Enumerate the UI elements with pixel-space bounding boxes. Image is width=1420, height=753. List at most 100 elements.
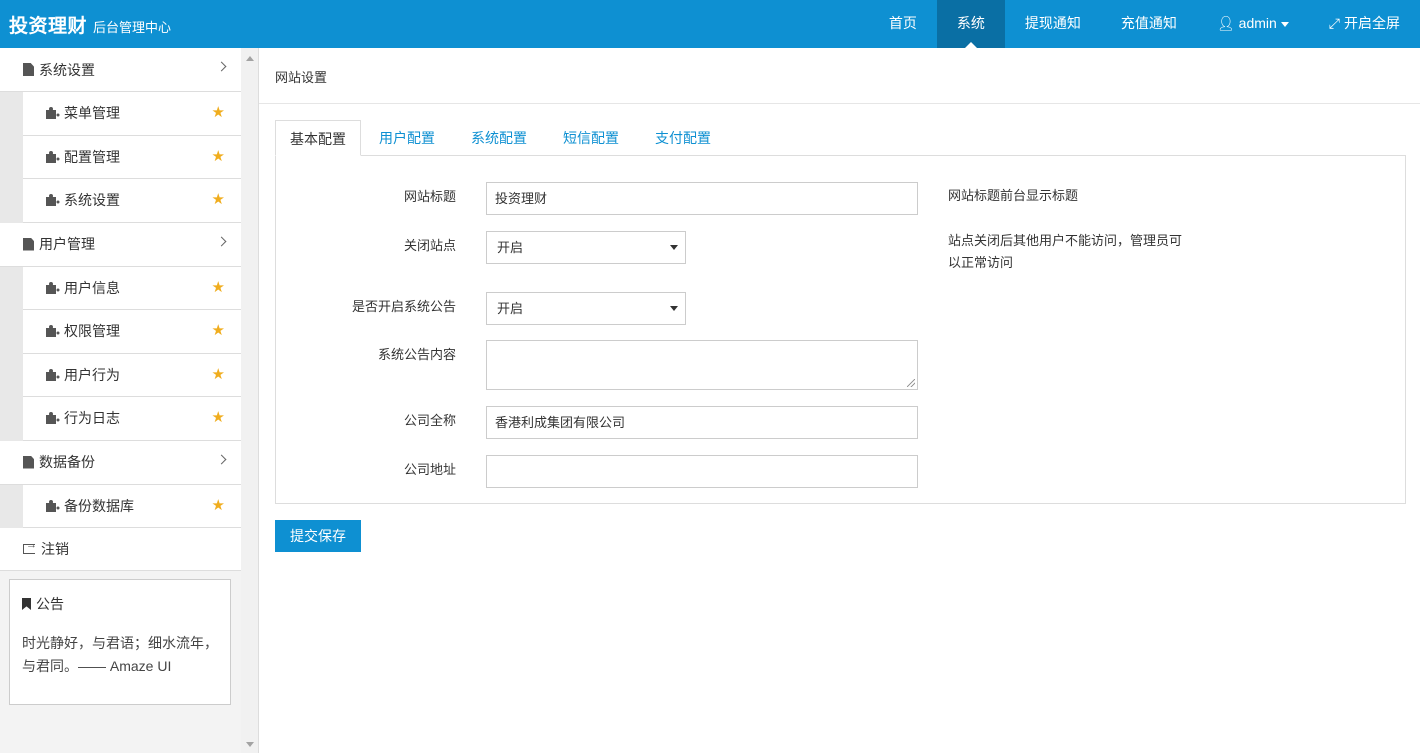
- sidebar-item-logout[interactable]: 注销: [0, 528, 241, 571]
- announce-enabled-label: 是否开启系统公告: [351, 299, 456, 314]
- sidebar-menu: 系统设置 菜单管理 ★ 配置管理 ★ 系统设置 ★ 用户管理 用户信息 ★ 权限…: [0, 48, 241, 571]
- tab-basic-config[interactable]: 基本配置: [275, 120, 361, 156]
- sidebar-item-user-behavior[interactable]: 用户行为 ★: [23, 353, 241, 397]
- file-icon: [23, 455, 34, 469]
- star-icon: ★: [211, 365, 225, 383]
- notice-title-label: 公告: [36, 596, 64, 612]
- file-icon: [23, 63, 34, 76]
- sidebar-group-data-backup[interactable]: 数据备份: [0, 440, 241, 485]
- site-title-input[interactable]: 投资理财: [486, 182, 918, 215]
- company-name-input[interactable]: 香港利成集团有限公司: [486, 406, 918, 439]
- puzzle-icon: [46, 281, 59, 294]
- fullscreen-label: 开启全屏: [1344, 15, 1400, 31]
- sidebar-item-backup-database[interactable]: 备份数据库 ★: [23, 484, 241, 528]
- brand[interactable]: 投资理财 后台管理中心: [0, 11, 171, 38]
- sidebar-group-user-manage[interactable]: 用户管理: [0, 222, 241, 267]
- puzzle-icon: [46, 412, 59, 425]
- sidebar-scrollbar[interactable]: [241, 48, 258, 753]
- company-address-input[interactable]: [486, 455, 918, 488]
- company-name-label: 公司全称: [403, 413, 456, 428]
- notice-text: 时光静好，与君语；细水流年，与君同。—— Amaze UI: [22, 635, 218, 674]
- announce-content-textarea[interactable]: [486, 340, 918, 390]
- star-icon: ★: [211, 278, 225, 296]
- scroll-up-icon[interactable]: [246, 56, 254, 61]
- star-icon: ★: [211, 496, 225, 514]
- close-site-help: 站点关闭后其他用户不能访问，管理员可以正常访问: [948, 233, 1183, 270]
- close-site-value: 开启: [497, 240, 524, 255]
- sidebar-item-behavior-log[interactable]: 行为日志 ★: [23, 397, 241, 441]
- brand-subtitle: 后台管理中心: [93, 19, 172, 35]
- main-content: 网站设置 基本配置 用户配置 系统配置 短信配置 支付配置 网站标题 投资理财 …: [259, 48, 1420, 753]
- company-address-label: 公司地址: [403, 462, 456, 477]
- page-title: 网站设置: [259, 48, 1420, 104]
- user-menu[interactable]: 👤︎ admin: [1197, 0, 1309, 48]
- submit-save-button[interactable]: 提交保存: [275, 520, 361, 552]
- sidebar-item-permission-manage[interactable]: 权限管理 ★: [23, 310, 241, 354]
- sidebar-item-user-info[interactable]: 用户信息 ★: [23, 266, 241, 310]
- top-nav: 首页 系统 提现通知 充值通知 👤︎ admin ⤢ 开启全屏: [869, 0, 1420, 48]
- sidebar-group-label: 用户管理: [39, 236, 95, 252]
- sidebar-item-label: 用户行为: [64, 366, 120, 383]
- notice-title: 公告: [22, 594, 218, 614]
- puzzle-icon: [46, 325, 59, 338]
- sidebar-item-label: 备份数据库: [64, 497, 134, 514]
- tab-sms-config[interactable]: 短信配置: [545, 120, 637, 156]
- tab-user-config[interactable]: 用户配置: [361, 120, 453, 156]
- chevron-right-icon: [216, 61, 227, 72]
- puzzle-icon: [46, 194, 59, 207]
- resize-grip-icon[interactable]: [907, 379, 915, 387]
- star-icon: ★: [211, 409, 225, 426]
- site-title-help: 网站标题前台显示标题: [948, 188, 1079, 203]
- file-icon: [23, 237, 34, 251]
- caret-down-icon: [670, 245, 678, 250]
- announce-enabled-value: 开启: [497, 301, 524, 316]
- chevron-right-icon: [216, 454, 227, 464]
- notice-panel: 公告 时光静好，与君语；细水流年，与君同。—— Amaze UI: [9, 579, 231, 705]
- config-tabs: 基本配置 用户配置 系统配置 短信配置 支付配置: [275, 120, 729, 156]
- star-icon: ★: [211, 104, 225, 121]
- tab-system-config[interactable]: 系统配置: [453, 120, 545, 156]
- expand-icon: ⤢: [1328, 15, 1340, 31]
- nav-system[interactable]: 系统: [936, 0, 1005, 48]
- nav-withdraw-notice[interactable]: 提现通知: [1005, 0, 1101, 48]
- star-icon: ★: [211, 191, 225, 208]
- sidebar-submenu: 备份数据库 ★: [0, 484, 241, 528]
- sidebar-item-label: 行为日志: [64, 410, 120, 427]
- sidebar-item-system-settings[interactable]: 系统设置 ★: [23, 179, 241, 223]
- caret-down-icon: [1280, 21, 1289, 27]
- close-site-select[interactable]: 开启: [486, 231, 686, 264]
- sidebar-submenu: 用户信息 ★ 权限管理 ★ 用户行为 ★ 行为日志 ★: [0, 266, 241, 441]
- logout-label: 注销: [41, 541, 69, 557]
- site-title-label: 网站标题: [403, 189, 456, 204]
- sidebar-group-label: 数据备份: [39, 454, 95, 470]
- fullscreen-button[interactable]: ⤢ 开启全屏: [1309, 0, 1420, 48]
- sidebar-item-menu-manage[interactable]: 菜单管理 ★: [23, 92, 241, 136]
- sidebar-item-label: 权限管理: [64, 323, 120, 340]
- nav-recharge-notice[interactable]: 充值通知: [1101, 0, 1197, 48]
- announce-enabled-select[interactable]: 开启: [486, 292, 686, 325]
- sidebar-item-label: 配置管理: [64, 148, 120, 165]
- sign-out-icon: [23, 539, 37, 554]
- top-navbar: 投资理财 后台管理中心 首页 系统 提现通知 充值通知 👤︎ admin ⤢ 开启全…: [0, 0, 1420, 48]
- tab-payment-config[interactable]: 支付配置: [637, 120, 729, 156]
- sidebar-item-label: 用户信息: [64, 279, 120, 296]
- caret-down-icon: [670, 306, 678, 311]
- sidebar-group-label: 系统设置: [39, 61, 95, 78]
- bookmark-icon: [22, 598, 31, 610]
- sidebar-submenu: 菜单管理 ★ 配置管理 ★ 系统设置 ★: [0, 92, 241, 223]
- puzzle-icon: [46, 107, 59, 120]
- user-icon: 👤︎: [1216, 15, 1235, 31]
- puzzle-icon: [46, 499, 59, 512]
- sidebar-group-system-settings[interactable]: 系统设置: [0, 48, 241, 92]
- close-site-label: 关闭站点: [403, 238, 456, 253]
- puzzle-icon: [46, 368, 59, 381]
- nav-home[interactable]: 首页: [869, 0, 937, 48]
- scroll-down-icon[interactable]: [246, 742, 254, 747]
- sidebar-item-config-manage[interactable]: 配置管理 ★: [23, 135, 241, 179]
- chevron-right-icon: [216, 236, 227, 246]
- sidebar: 系统设置 菜单管理 ★ 配置管理 ★ 系统设置 ★ 用户管理 用户信息 ★ 权限…: [0, 48, 259, 753]
- tab-panel: 网站标题 投资理财 网站标题前台显示标题 关闭站点 开启 站点关闭后其他用户不能…: [275, 155, 1406, 504]
- user-name: admin: [1238, 15, 1277, 31]
- sidebar-item-label: 菜单管理: [64, 105, 120, 122]
- star-icon: ★: [211, 147, 225, 165]
